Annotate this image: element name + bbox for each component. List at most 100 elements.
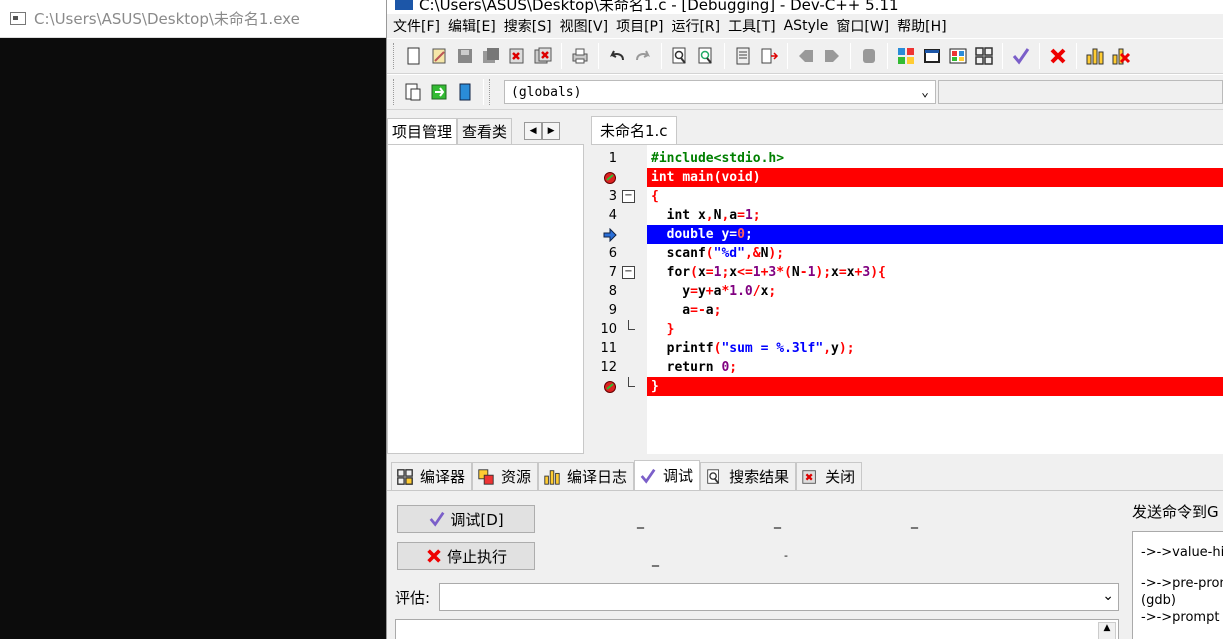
gdb-output[interactable]: ->->value-hi ->->pre-pron (gdb) ->->prom… xyxy=(1132,531,1223,639)
stop-execution-button[interactable]: 停止执行 xyxy=(397,542,535,570)
new-file-icon[interactable] xyxy=(402,45,424,67)
insert-icon[interactable] xyxy=(428,81,450,103)
line-number[interactable]: 7 xyxy=(591,263,617,282)
tab-scroll-right-icon[interactable]: ▶ xyxy=(542,122,561,140)
save-all-icon[interactable] xyxy=(480,45,502,67)
menu-run[interactable]: 运行[R] xyxy=(671,16,728,36)
debug-action-placeholder[interactable]: _ xyxy=(637,513,644,529)
compile-icon[interactable] xyxy=(895,45,917,67)
chevron-down-icon[interactable]: ⌄ xyxy=(1102,588,1114,604)
debug-button[interactable]: 调试[D] xyxy=(397,505,535,533)
debug-action-placeholder[interactable]: - xyxy=(784,549,788,562)
menu-tools[interactable]: 工具[T] xyxy=(728,16,783,36)
tab-project-manager[interactable]: 项目管理 xyxy=(387,118,458,144)
run-icon[interactable] xyxy=(921,45,943,67)
tab-compile-log[interactable]: 编译日志 xyxy=(538,462,635,490)
line-number[interactable]: 10 xyxy=(591,320,617,339)
line-number[interactable]: 1 xyxy=(591,149,617,168)
line-number[interactable]: 6 xyxy=(591,244,617,263)
bookmark-icon[interactable] xyxy=(454,81,476,103)
line-number[interactable]: 8 xyxy=(591,282,617,301)
current-line-arrow-icon[interactable] xyxy=(591,225,617,244)
project-options-icon[interactable] xyxy=(858,45,880,67)
code-text[interactable]: #include<stdio.h> int main(void){ int x,N… xyxy=(647,145,1223,454)
close-file-icon[interactable] xyxy=(506,45,528,67)
rebuild-icon[interactable] xyxy=(973,45,995,67)
ide-titlebar[interactable]: C:\Users\ASUS\Desktop\未命名1.c - [Debuggin… xyxy=(387,0,1223,14)
code-line[interactable]: } xyxy=(647,320,1223,339)
debug-check-icon xyxy=(640,468,656,484)
debug-action-placeholder[interactable]: _ xyxy=(652,551,659,567)
code-line[interactable]: return 0; xyxy=(647,358,1223,377)
new-class-icon[interactable] xyxy=(402,81,424,103)
line-number[interactable]: 9 xyxy=(591,301,617,320)
eval-input[interactable]: ⌄ xyxy=(439,583,1119,611)
code-line[interactable]: int x,N,a=1; xyxy=(647,206,1223,225)
save-icon[interactable] xyxy=(454,45,476,67)
code-line[interactable]: #include<stdio.h> xyxy=(647,149,1223,168)
code-line[interactable]: int main(void) xyxy=(647,168,1223,187)
breakpoint-icon[interactable] xyxy=(591,168,617,187)
code-line[interactable]: scanf("%d",&N); xyxy=(647,244,1223,263)
debug-check-icon[interactable] xyxy=(1010,45,1032,67)
line-number[interactable]: 4 xyxy=(591,206,617,225)
console-titlebar[interactable]: C:\Users\ASUS\Desktop\未命名1.exe xyxy=(0,0,386,38)
tab-debug[interactable]: 调试 xyxy=(634,460,701,490)
code-line[interactable]: double y=0; xyxy=(647,225,1223,244)
eval-output[interactable]: ▲ xyxy=(395,619,1119,639)
code-line[interactable]: printf("sum = %.3lf",y); xyxy=(647,339,1223,358)
tab-close[interactable]: 关闭 xyxy=(796,462,863,490)
code-line[interactable]: a=-a; xyxy=(647,301,1223,320)
compile-run-icon[interactable] xyxy=(947,45,969,67)
line-number[interactable]: 11 xyxy=(591,339,617,358)
editor-gutter[interactable]: 1 3−4 6 7−8 9 10 11 12 xyxy=(591,145,647,454)
open-file-icon[interactable] xyxy=(428,45,450,67)
toolbar-grip[interactable] xyxy=(393,79,396,105)
scope-select[interactable]: (globals) ⌄ xyxy=(504,80,936,104)
tab-resources[interactable]: 资源 xyxy=(472,462,539,490)
menu-astyle[interactable]: AStyle xyxy=(784,18,837,34)
undo-icon[interactable] xyxy=(606,45,628,67)
goto-line-icon[interactable] xyxy=(732,45,754,67)
function-select[interactable] xyxy=(938,80,1223,104)
fold-toggle-icon[interactable]: − xyxy=(622,266,635,279)
stop-execution-icon[interactable] xyxy=(1047,45,1069,67)
scroll-up-icon[interactable]: ▲ xyxy=(1098,622,1116,639)
profile-chart-icon[interactable] xyxy=(1084,45,1106,67)
remove-from-project-icon[interactable] xyxy=(821,45,843,67)
tab-search-results[interactable]: 搜索结果 xyxy=(700,462,797,490)
breakpoint-icon[interactable] xyxy=(591,377,617,396)
close-all-icon[interactable] xyxy=(532,45,554,67)
replace-icon[interactable] xyxy=(695,45,717,67)
code-line[interactable]: } xyxy=(647,377,1223,396)
debug-action-placeholder[interactable]: _ xyxy=(911,513,918,529)
code-line[interactable]: y=y+a*1.0/x; xyxy=(647,282,1223,301)
tab-scroll-left-icon[interactable]: ◀ xyxy=(524,122,543,140)
code-line[interactable]: { xyxy=(647,187,1223,206)
menu-edit[interactable]: 编辑[E] xyxy=(448,16,504,36)
editor-tab-file[interactable]: 未命名1.c xyxy=(591,116,677,144)
add-to-project-icon[interactable] xyxy=(795,45,817,67)
debug-action-placeholder[interactable]: _ xyxy=(774,513,781,529)
toolbar-grip[interactable] xyxy=(489,79,492,105)
fold-toggle-icon[interactable]: − xyxy=(622,190,635,203)
line-number[interactable]: 3 xyxy=(591,187,617,206)
menu-window[interactable]: 窗口[W] xyxy=(836,16,897,36)
tab-compiler[interactable]: 编译器 xyxy=(391,462,473,490)
print-icon[interactable] xyxy=(569,45,591,67)
line-number[interactable]: 12 xyxy=(591,358,617,377)
toolbar-grip[interactable] xyxy=(393,43,396,69)
find-icon[interactable] xyxy=(669,45,691,67)
tab-class-browser[interactable]: 查看类 xyxy=(457,118,513,144)
code-editor[interactable]: 1 3−4 6 7−8 9 10 11 12 #include<stdio.h> int mai… xyxy=(591,144,1223,454)
menu-view[interactable]: 视图[V] xyxy=(560,16,617,36)
project-tree[interactable] xyxy=(387,144,584,454)
menu-project[interactable]: 项目[P] xyxy=(616,16,671,36)
delete-profile-icon[interactable] xyxy=(1110,45,1132,67)
indent-icon[interactable] xyxy=(758,45,780,67)
menu-help[interactable]: 帮助[H] xyxy=(897,16,954,36)
menu-file[interactable]: 文件[F] xyxy=(393,16,448,36)
menu-search[interactable]: 搜索[S] xyxy=(504,16,560,36)
redo-icon[interactable] xyxy=(632,45,654,67)
code-line[interactable]: for(x=1;x<=1+3*(N-1);x=x+3){ xyxy=(647,263,1223,282)
